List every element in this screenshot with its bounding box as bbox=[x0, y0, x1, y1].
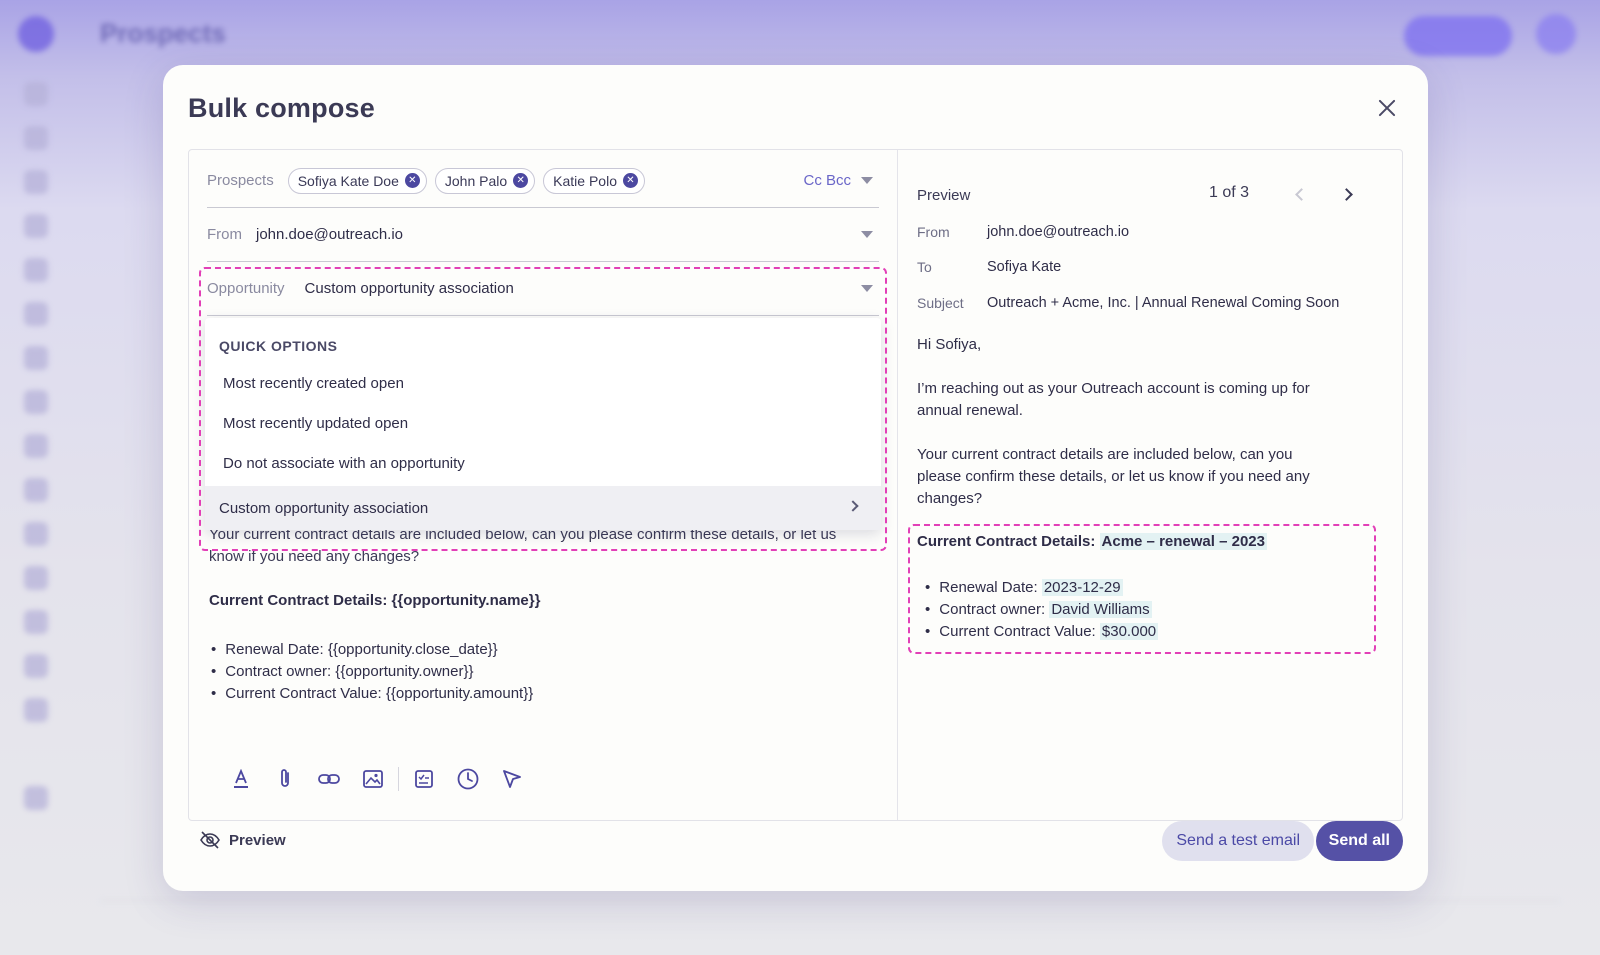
preview-paragraph: I’m reaching out as your Outreach accoun… bbox=[917, 380, 1310, 419]
background-page-title: Prospects bbox=[100, 18, 226, 48]
send-test-email-button[interactable]: Send a test email bbox=[1162, 821, 1314, 861]
remove-chip-icon[interactable]: ✕ bbox=[513, 173, 529, 188]
variable-value: 2023-12-29 bbox=[1041, 579, 1123, 596]
preview-opportunity-name: Acme – renewal – 2023 bbox=[1099, 533, 1267, 550]
remove-chip-icon[interactable]: ✕ bbox=[622, 173, 638, 188]
prospects-field[interactable]: Prospects Sofiya Kate Doe ✕ John Palo ✕ … bbox=[207, 154, 879, 208]
dropdown-option[interactable]: Most recently updated open bbox=[223, 415, 408, 432]
close-icon[interactable] bbox=[1376, 97, 1398, 119]
variable-value: David Williams bbox=[1049, 601, 1152, 618]
list-item: Current Contract Value: $30.000 bbox=[925, 621, 1159, 643]
compose-panel: Prospects Sofiya Kate Doe ✕ John Palo ✕ … bbox=[188, 149, 1403, 821]
bulk-compose-modal: Bulk compose Prospects Sofiya Kate Doe ✕… bbox=[163, 65, 1428, 891]
tracking-icon[interactable] bbox=[490, 765, 534, 793]
list-item: Renewal Date: 2023-12-29 bbox=[925, 577, 1158, 599]
preview-details-list: Renewal Date: 2023-12-29 Contract owner:… bbox=[925, 577, 1159, 643]
recipient-name: Sofiya Kate Doe bbox=[297, 172, 399, 189]
list-item: Contract owner: {{opportunity.owner}} bbox=[211, 661, 533, 683]
list-item: Contract owner: David Williams bbox=[925, 599, 1158, 621]
list-item: Current Contract Value: {{opportunity.am… bbox=[211, 683, 533, 705]
preview-heading: Preview bbox=[917, 187, 971, 204]
chevron-down-icon[interactable] bbox=[861, 231, 873, 238]
prospects-label: Prospects bbox=[207, 172, 274, 189]
variable-value: $30.000 bbox=[1099, 623, 1159, 640]
preview-paragraph: Your current contract details are includ… bbox=[917, 446, 1310, 507]
template-icon[interactable] bbox=[402, 765, 446, 793]
attachment-icon[interactable] bbox=[263, 765, 307, 793]
dropdown-option[interactable]: Do not associate with an opportunity bbox=[223, 455, 465, 472]
email-body-details-heading[interactable]: Current Contract Details: {{opportunity.… bbox=[209, 590, 869, 612]
from-field[interactable]: From john.doe@outreach.io bbox=[207, 208, 879, 262]
preview-toggle-label: Preview bbox=[229, 831, 286, 849]
preview-subject-value: Outreach + Acme, Inc. | Annual Renewal C… bbox=[987, 295, 1340, 311]
preview-toggle-button[interactable]: Preview bbox=[199, 831, 286, 849]
dropdown-option-custom[interactable]: Custom opportunity association bbox=[205, 486, 881, 530]
dropdown-option-label: Custom opportunity association bbox=[219, 499, 429, 517]
background-avatar bbox=[1536, 14, 1576, 54]
preview-to-value: Sofiya Kate bbox=[987, 259, 1062, 275]
eye-off-icon bbox=[200, 831, 220, 849]
link-icon[interactable] bbox=[307, 765, 351, 793]
from-label: From bbox=[207, 226, 242, 243]
compose-toolbar bbox=[219, 765, 534, 793]
preview-subject-label: Subject bbox=[917, 295, 964, 311]
dropdown-option[interactable]: Most recently created open bbox=[223, 375, 404, 392]
image-icon[interactable] bbox=[351, 765, 395, 793]
preview-to-label: To bbox=[917, 259, 932, 275]
opportunity-dropdown: QUICK OPTIONS Most recently created open… bbox=[205, 318, 881, 530]
email-body-paragraph[interactable]: Your current contract details are includ… bbox=[209, 524, 869, 568]
preview-from-row: From john.doe@outreach.io bbox=[917, 224, 1357, 244]
preview-pager: 1 of 3 bbox=[1209, 184, 1250, 201]
preview-details-heading-prefix: Current Contract Details: bbox=[917, 533, 1096, 550]
cc-bcc-toggle[interactable]: Cc Bcc bbox=[803, 172, 851, 189]
recipient-name: John Palo bbox=[444, 172, 508, 189]
modal-title: Bulk compose bbox=[188, 93, 375, 123]
schedule-icon[interactable] bbox=[446, 765, 490, 793]
toolbar-divider bbox=[398, 767, 399, 791]
background-logo bbox=[18, 16, 54, 52]
chevron-right-icon bbox=[847, 500, 859, 512]
background-sidebar bbox=[0, 0, 72, 955]
preview-from-value: john.doe@outreach.io bbox=[987, 224, 1130, 240]
send-all-button[interactable]: Send all bbox=[1315, 821, 1403, 861]
dropdown-section-title: QUICK OPTIONS bbox=[219, 338, 338, 354]
chevron-left-icon[interactable] bbox=[1295, 188, 1308, 201]
preview-from-label: From bbox=[917, 224, 950, 240]
preview-details-heading: Current Contract Details: Acme – renewal… bbox=[917, 531, 1357, 553]
recipient-chip[interactable]: Sofiya Kate Doe ✕ bbox=[287, 167, 427, 194]
background-button bbox=[1404, 16, 1512, 56]
chevron-down-icon[interactable] bbox=[861, 177, 873, 184]
opportunity-value: Custom opportunity association bbox=[304, 280, 514, 297]
chevron-right-icon[interactable] bbox=[1340, 188, 1353, 201]
column-divider bbox=[897, 150, 898, 820]
text-format-icon[interactable] bbox=[219, 765, 263, 793]
preview-to-row: To Sofiya Kate bbox=[917, 259, 1357, 279]
chevron-down-icon[interactable] bbox=[861, 285, 873, 292]
from-value: john.doe@outreach.io bbox=[256, 226, 403, 243]
list-item: Renewal Date: {{opportunity.close_date}} bbox=[211, 639, 533, 661]
recipient-chip[interactable]: Katie Polo ✕ bbox=[543, 167, 645, 194]
preview-greeting: Hi Sofiya, bbox=[917, 336, 982, 353]
recipient-name: Katie Polo bbox=[553, 172, 617, 189]
preview-subject-row: Subject Outreach + Acme, Inc. | Annual R… bbox=[917, 295, 1357, 315]
opportunity-select[interactable]: Opportunity Custom opportunity associati… bbox=[207, 262, 879, 316]
recipient-chip[interactable]: John Palo ✕ bbox=[434, 167, 536, 194]
remove-chip-icon[interactable]: ✕ bbox=[404, 173, 420, 188]
opportunity-label: Opportunity bbox=[207, 280, 285, 297]
email-body-details-list[interactable]: Renewal Date: {{opportunity.close_date}}… bbox=[211, 639, 533, 705]
